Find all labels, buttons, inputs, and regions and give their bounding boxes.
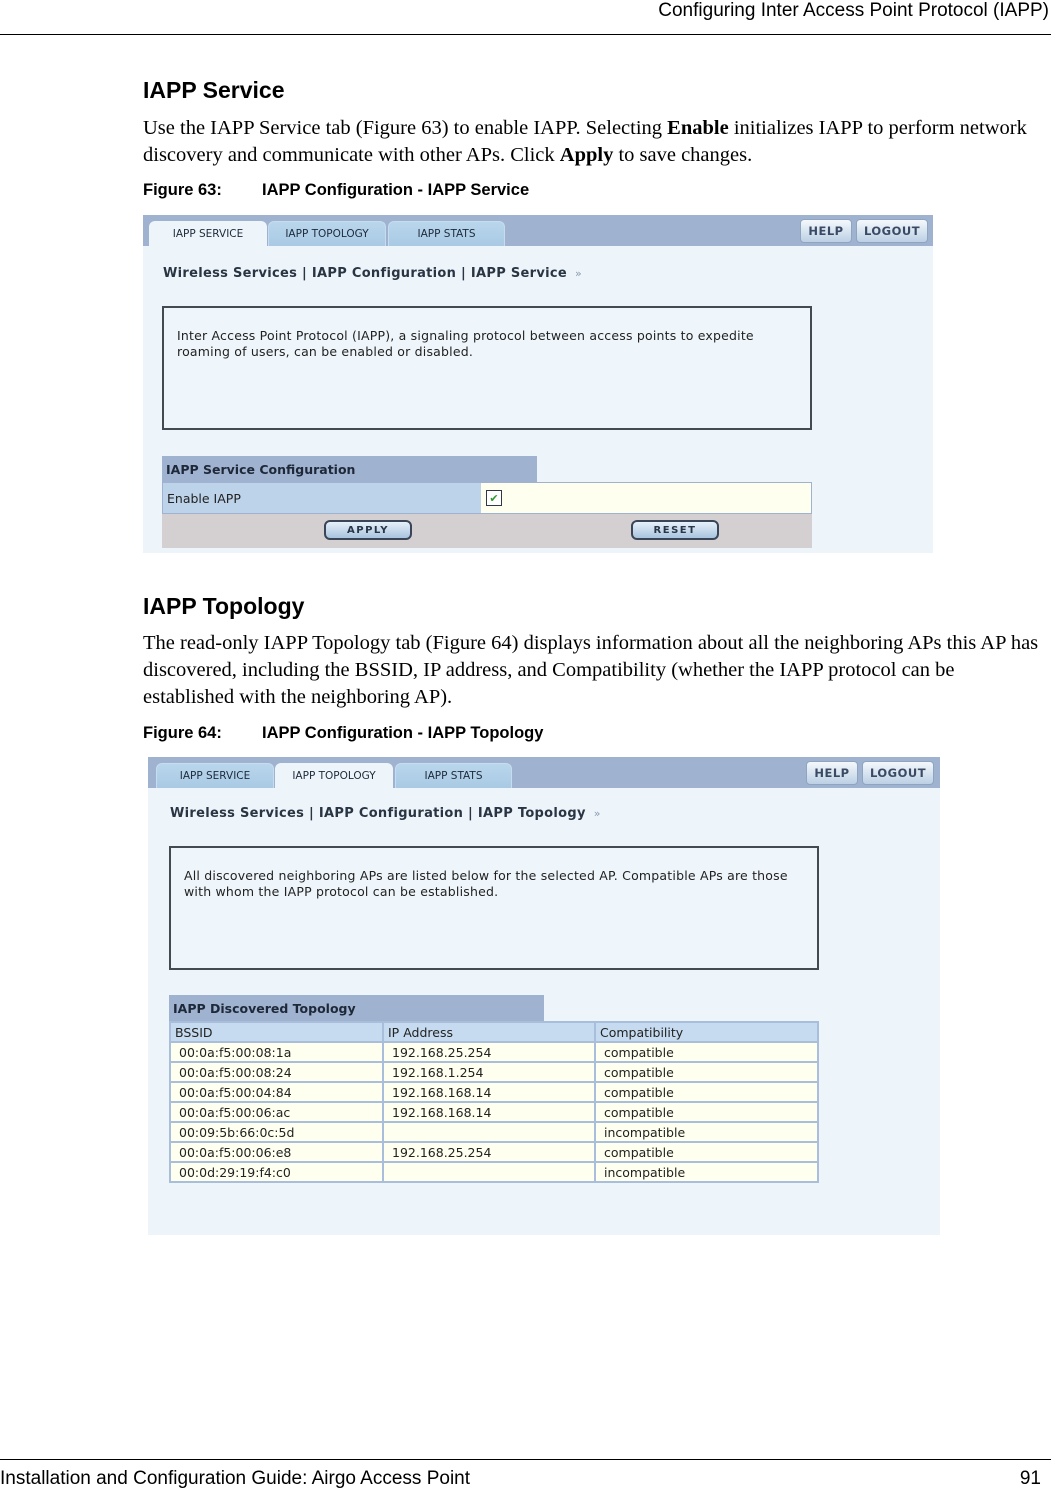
cell-ip-address: 192.168.25.254	[382, 1141, 596, 1163]
section-heading-iapp-topology: IAPP Topology	[143, 593, 305, 619]
double-chevron-right-icon: »	[593, 807, 601, 820]
action-bar: APPLY RESET	[162, 514, 812, 548]
cell-bssid: 00:09:5b:66:0c:5d	[169, 1121, 384, 1143]
cell-bssid: 00:0a:f5:00:08:1a	[169, 1041, 384, 1063]
cell-compatibility: compatible	[594, 1141, 819, 1163]
cell-bssid: 00:0a:f5:00:04:84	[169, 1081, 384, 1103]
figure-64-screenshot: IAPP SERVICE IAPP TOPOLOGY IAPP STATS HE…	[148, 757, 940, 1235]
figure-64-caption: Figure 64: IAPP Configuration - IAPP Topo…	[143, 724, 543, 743]
tab-iapp-service[interactable]: IAPP SERVICE	[156, 763, 274, 788]
cell-ip-address: 192.168.168.14	[382, 1081, 596, 1103]
paragraph-text: to save changes.	[613, 144, 753, 166]
figure-number: Figure 63:	[143, 181, 222, 199]
tab-iapp-topology[interactable]: IAPP TOPOLOGY	[268, 221, 386, 246]
column-header-compatibility: Compatibility	[594, 1021, 819, 1043]
figure-caption-text: IAPP Configuration - IAPP Service	[262, 181, 530, 199]
cell-ip-address: 192.168.1.254	[382, 1061, 596, 1083]
section-heading-iapp-service: IAPP Service	[143, 77, 285, 103]
table-row: 00:0a:f5:00:06:e8 192.168.25.254 compatibl…	[169, 1141, 819, 1163]
apply-button[interactable]: APPLY	[324, 520, 412, 540]
table-row: 00:0a:f5:00:04:84 192.168.168.14 compatibl…	[169, 1081, 819, 1103]
tab-iapp-stats[interactable]: IAPP STATS	[395, 763, 512, 788]
logout-button[interactable]: LOGOUT	[856, 219, 928, 243]
enable-iapp-label: Enable IAPP	[163, 483, 481, 513]
topology-table: BSSID IP Address Compatibility 00:0a:f5:…	[169, 1021, 819, 1183]
service-paragraph: Use the IAPP Service tab (Figure 63) to …	[143, 115, 1048, 169]
breadcrumb: Wireless Services | IAPP Configuration |…	[170, 806, 601, 821]
figure-number: Figure 64:	[143, 724, 222, 742]
table-row: 00:09:5b:66:0c:5d incompatible	[169, 1121, 819, 1143]
paragraph-bold-apply: Apply	[559, 144, 614, 166]
breadcrumb-text: Wireless Services | IAPP Configuration |…	[170, 806, 586, 821]
double-chevron-right-icon: »	[575, 267, 583, 280]
topology-paragraph: The read-only IAPP Topology tab (Figure …	[143, 632, 1039, 708]
info-box: All discovered neighboring APs are liste…	[169, 846, 819, 970]
cell-ip-address: 192.168.168.14	[382, 1101, 596, 1123]
table-header-row: BSSID IP Address Compatibility	[169, 1021, 819, 1043]
page-number: 91	[1019, 1468, 1041, 1489]
cell-bssid: 00:0a:f5:00:06:ac	[169, 1101, 384, 1123]
cell-bssid: 00:0d:29:19:f4:c0	[169, 1161, 384, 1183]
header-divider	[0, 34, 1051, 35]
help-button[interactable]: HELP	[800, 219, 852, 243]
breadcrumb: Wireless Services | IAPP Configuration |…	[163, 266, 582, 281]
section-header-service-config: IAPP Service Configuration	[162, 456, 537, 482]
cell-bssid: 00:0a:f5:00:08:24	[169, 1061, 384, 1083]
cell-compatibility: compatible	[594, 1081, 819, 1103]
section-header-discovered-topology: IAPP Discovered Topology	[169, 995, 544, 1021]
tab-iapp-stats[interactable]: IAPP STATS	[388, 221, 505, 246]
help-button[interactable]: HELP	[806, 761, 858, 785]
cell-compatibility: incompatible	[594, 1161, 819, 1183]
column-header-bssid: BSSID	[169, 1021, 384, 1043]
paragraph-text: Use the IAPP Service tab (Figure 63) to …	[143, 117, 668, 139]
figure-63-screenshot: IAPP SERVICE IAPP TOPOLOGY IAPP STATS HE…	[143, 215, 933, 553]
cell-compatibility: compatible	[594, 1101, 819, 1123]
logout-button[interactable]: LOGOUT	[862, 761, 934, 785]
page-header-title: Configuring Inter Access Point Protocol …	[658, 0, 1049, 21]
cell-compatibility: compatible	[594, 1041, 819, 1063]
table-row: 00:0a:f5:00:08:1a 192.168.25.254 compatibl…	[169, 1041, 819, 1063]
info-box: Inter Access Point Protocol (IAPP), a si…	[162, 306, 812, 430]
cell-compatibility: incompatible	[594, 1121, 819, 1143]
reset-button[interactable]: RESET	[631, 520, 719, 540]
footer-guide-title: Installation and Configuration Guide: Ai…	[0, 1468, 471, 1489]
table-row: 00:0a:f5:00:06:ac 192.168.168.14 compatibl…	[169, 1101, 819, 1123]
tab-iapp-service[interactable]: IAPP SERVICE	[149, 221, 267, 246]
enable-iapp-checkbox[interactable]: ✔	[486, 490, 502, 506]
column-header-ip-address: IP Address	[382, 1021, 596, 1043]
checkmark-icon: ✔	[489, 491, 499, 505]
paragraph-bold-enable: Enable	[667, 117, 729, 139]
cell-ip-address	[382, 1161, 596, 1183]
enable-iapp-value: ✔	[481, 483, 811, 513]
cell-ip-address	[382, 1121, 596, 1143]
breadcrumb-text: Wireless Services | IAPP Configuration |…	[163, 266, 568, 281]
cell-ip-address: 192.168.25.254	[382, 1041, 596, 1063]
table-row: 00:0d:29:19:f4:c0 incompatible	[169, 1161, 819, 1183]
figure-caption-text: IAPP Configuration - IAPP Topology	[262, 724, 544, 742]
footer-divider	[0, 1459, 1051, 1460]
tab-iapp-topology[interactable]: IAPP TOPOLOGY	[275, 763, 393, 788]
cell-compatibility: compatible	[594, 1061, 819, 1083]
figure-63-caption: Figure 63: IAPP Configuration - IAPP Serv…	[143, 181, 529, 200]
enable-iapp-row: Enable IAPP ✔	[162, 482, 812, 514]
cell-bssid: 00:0a:f5:00:06:e8	[169, 1141, 384, 1163]
table-row: 00:0a:f5:00:08:24 192.168.1.254 compatible	[169, 1061, 819, 1083]
